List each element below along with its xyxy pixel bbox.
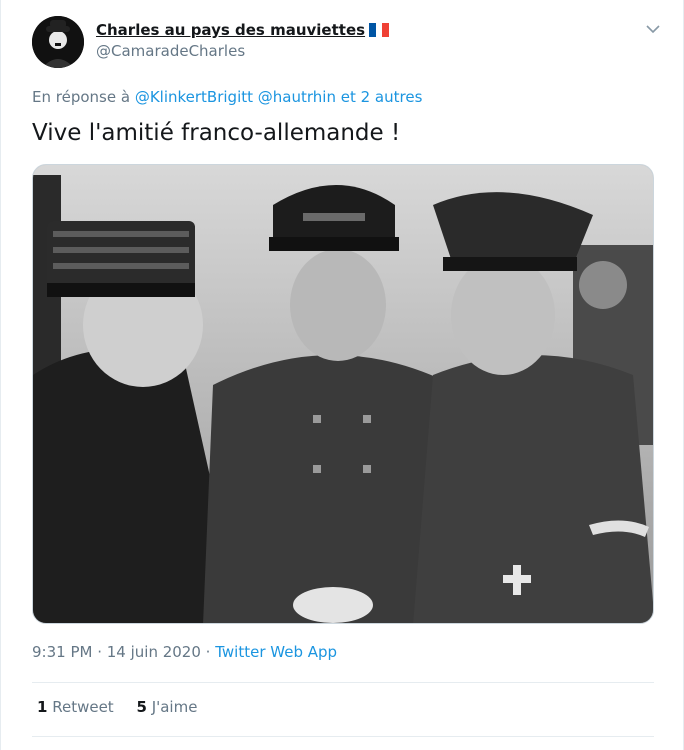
tweet-photo[interactable] xyxy=(32,164,654,624)
reply-prefix: En réponse à xyxy=(32,88,131,106)
tweet-text: Vive l'amitié franco-allemande ! xyxy=(32,120,401,146)
retweets-label: Retweet xyxy=(52,698,114,716)
photo-image xyxy=(33,165,653,623)
reply-user-link[interactable]: @hautrhin xyxy=(258,88,336,106)
reply-others-link[interactable]: et 2 autres xyxy=(341,88,423,106)
retweets-stat[interactable]: 1 Retweet xyxy=(37,698,114,716)
tweet-card: Charles au pays des mauviettes @Camarade… xyxy=(0,0,684,750)
divider xyxy=(32,736,654,737)
likes-count: 5 xyxy=(136,698,147,716)
divider xyxy=(32,682,654,683)
reply-user-link[interactable]: @KlinkertBrigitt xyxy=(135,88,253,106)
chevron-down-icon[interactable] xyxy=(644,20,662,38)
tweet-meta: 9:31 PM · 14 juin 2020 · Twitter Web App xyxy=(32,643,337,661)
france-flag-icon xyxy=(369,23,390,37)
avatar[interactable] xyxy=(32,16,84,68)
avatar-image xyxy=(32,16,84,68)
retweets-count: 1 xyxy=(37,698,48,716)
likes-label: J'aime xyxy=(151,698,198,716)
reply-context: En réponse à @KlinkertBrigitt @hautrhin … xyxy=(32,88,422,106)
author-names: Charles au pays des mauviettes @Camarade… xyxy=(96,20,390,60)
tweet-timestamp[interactable]: 9:31 PM · 14 juin 2020 · xyxy=(32,643,210,661)
author-display-name[interactable]: Charles au pays des mauviettes xyxy=(96,21,365,39)
author-handle[interactable]: @CamaradeCharles xyxy=(96,42,389,60)
tweet-source-link[interactable]: Twitter Web App xyxy=(215,643,337,661)
tweet-stats: 1 Retweet 5 J'aime xyxy=(37,698,215,716)
likes-stat[interactable]: 5 J'aime xyxy=(136,698,197,716)
tweet-header: Charles au pays des mauviettes @Camarade… xyxy=(32,16,662,72)
